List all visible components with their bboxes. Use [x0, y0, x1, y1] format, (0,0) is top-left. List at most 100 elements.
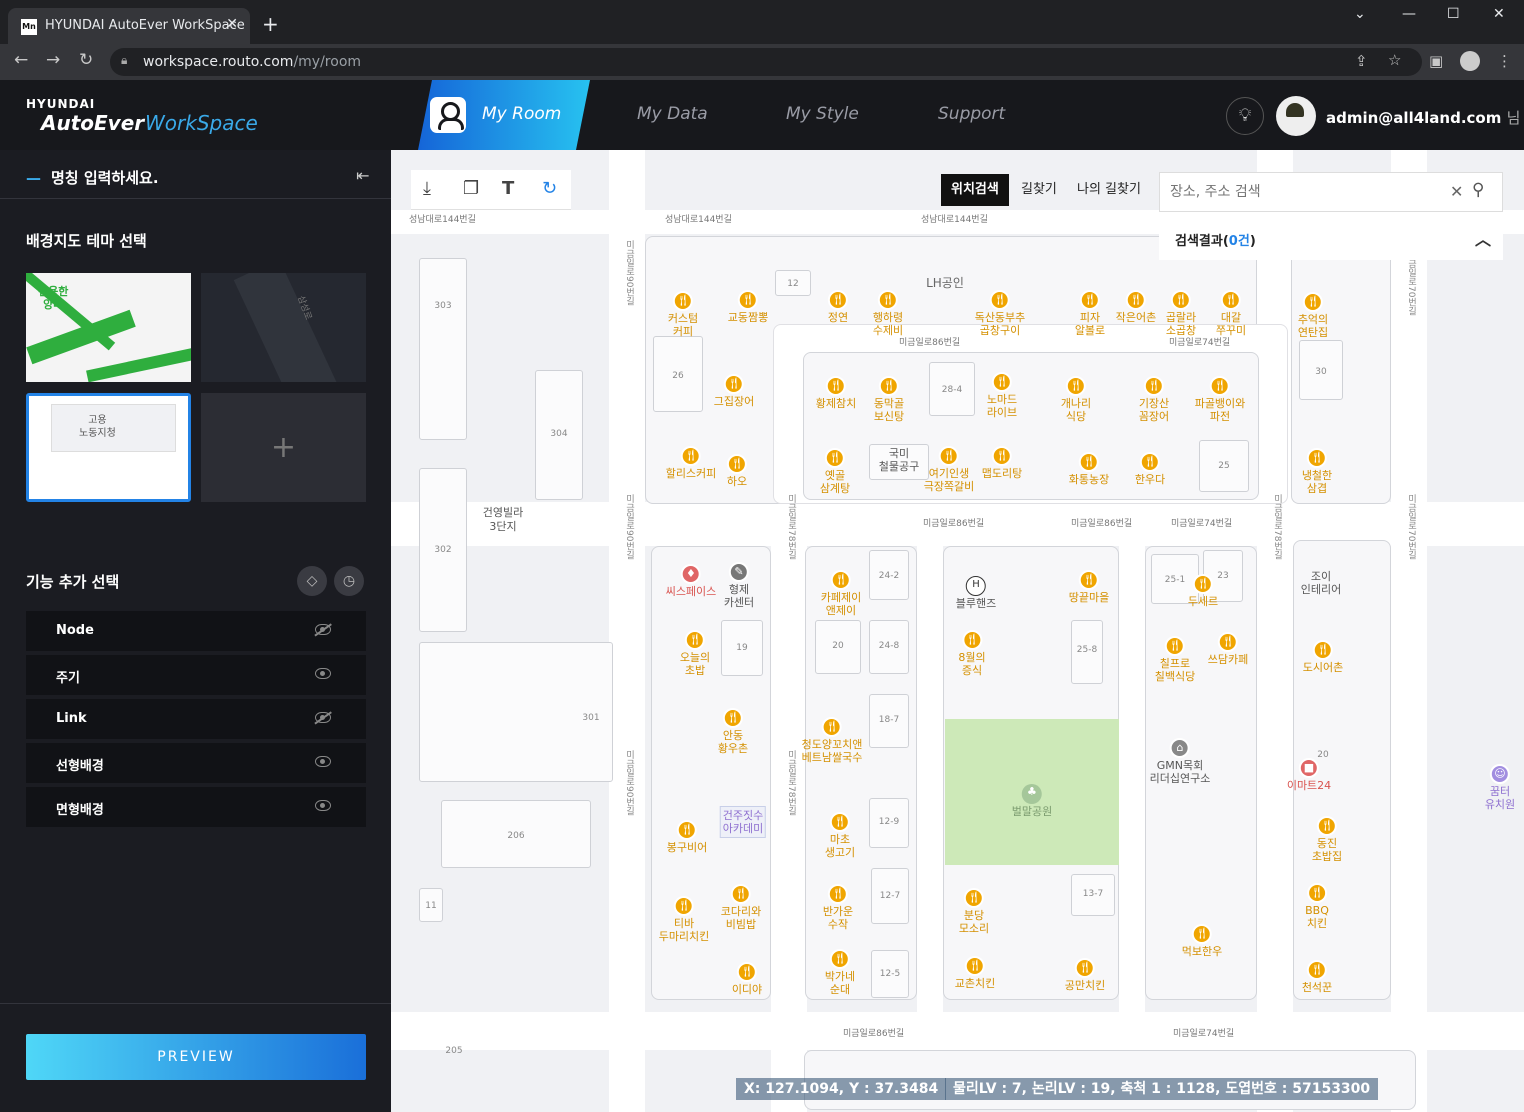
poi-restaurant[interactable]: 🍴︎ 칠프로 칠백식당: [1155, 636, 1195, 683]
poi-restaurant[interactable]: 🍴︎ 곱랄라 소곱창: [1166, 290, 1196, 337]
chevron-up-icon[interactable]: ︿: [1475, 226, 1491, 250]
poi-restaurant[interactable]: 🍴︎ 오늘의 초밥: [680, 630, 710, 677]
poi-restaurant[interactable]: 🍴︎ 코다리와 비빔밥: [721, 884, 761, 931]
eye-icon[interactable]: [315, 800, 331, 811]
poi-restaurant[interactable]: 🍴︎ 8월의 증식: [958, 630, 986, 677]
layer-row-node[interactable]: Node: [26, 611, 366, 651]
poi-restaurant[interactable]: 🍴︎ 노마드 라이브: [987, 372, 1017, 419]
theme-thumb-color[interactable]: 진용한 양마: [26, 273, 191, 382]
nav-my-style[interactable]: My Style: [786, 104, 859, 124]
share-icon[interactable]: ⇪: [1355, 52, 1368, 70]
avatar[interactable]: [1276, 96, 1316, 136]
download-icon[interactable]: ⤓: [423, 178, 431, 199]
search-icon[interactable]: ⚲: [1472, 180, 1484, 200]
poi-restaurant[interactable]: 🍴︎ 두세르: [1188, 574, 1218, 608]
poi-repair[interactable]: ✎ 형제 카센터: [724, 562, 754, 609]
collapse-sidebar-icon[interactable]: ⇤: [356, 166, 369, 185]
poi-restaurant[interactable]: 🍴︎ 카페제이 앤제이: [821, 570, 861, 617]
layer-row-period[interactable]: 주기: [26, 655, 366, 695]
poi-restaurant[interactable]: 🍴︎ 황제참치: [816, 376, 856, 410]
tab-directions[interactable]: 길찾기: [1011, 174, 1067, 206]
layer-row-line-bg[interactable]: 선형배경: [26, 743, 366, 783]
poi-restaurant[interactable]: 🍴︎ 박가네 순대: [825, 949, 855, 996]
forward-icon[interactable]: →: [46, 50, 60, 70]
menu-icon[interactable]: ⋮: [1497, 52, 1512, 70]
map-canvas[interactable]: 303 304 302 301 206 11 205 건영빌라 3단지 LH공인…: [391, 150, 1524, 1112]
preview-button[interactable]: PREVIEW: [26, 1034, 366, 1080]
nav-support[interactable]: Support: [938, 104, 1005, 124]
tab-location-search[interactable]: 위치검색: [941, 174, 1009, 206]
poi-restaurant[interactable]: 🍴︎ BBQ 치킨: [1305, 883, 1329, 930]
eye-off-icon[interactable]: [315, 624, 331, 635]
poi-fitness[interactable]: ♦ 씨스페이스: [666, 564, 716, 598]
poi-restaurant[interactable]: 🍴︎ 청도양꼬치앤 베트남쌀국수: [802, 717, 862, 764]
poi-kindergarten[interactable]: ☺ 꿈터 유치원: [1485, 764, 1515, 811]
reload-icon[interactable]: ↻: [79, 50, 93, 70]
poi-restaurant[interactable]: 🍴︎ 마초 생고기: [825, 812, 855, 859]
poi-restaurant[interactable]: 🍴︎ 교동짬뽕: [728, 290, 768, 324]
poi-restaurant[interactable]: 🍴︎ 화통농장: [1069, 452, 1109, 486]
poi-bluehands[interactable]: H 블루핸즈: [956, 576, 996, 610]
poi-restaurant[interactable]: 🍴︎ 공만치킨: [1065, 958, 1105, 992]
poi-restaurant[interactable]: 🍴︎ 추억의 연탄집: [1298, 292, 1328, 339]
poi-restaurant[interactable]: 🍴︎ 행하령 수제비: [873, 290, 903, 337]
minimize-icon[interactable]: —: [1402, 6, 1416, 22]
poi-academy[interactable]: 건주짓수 아카데미: [719, 806, 767, 838]
poi-restaurant[interactable]: 🍴︎ 안동 황우촌: [718, 708, 748, 755]
poi-restaurant[interactable]: 🍴︎ 분당 모소리: [959, 888, 989, 935]
poi-research[interactable]: ⌂ GMN목회 리더십연구소: [1150, 738, 1210, 785]
poi-restaurant[interactable]: 🍴︎ 작은어촌: [1116, 290, 1156, 324]
poi-restaurant[interactable]: 🍴︎ 도시어촌: [1303, 640, 1343, 674]
poi-restaurant[interactable]: 🍴︎ 하오: [727, 454, 747, 488]
poi-restaurant[interactable]: 🍴︎ 피자 알볼로: [1075, 290, 1105, 337]
copy-icon[interactable]: ❐: [463, 178, 479, 199]
poi-restaurant[interactable]: 🍴︎ 개나리 식당: [1061, 376, 1091, 423]
poi-restaurant[interactable]: 🍴︎ 먹보한우: [1182, 924, 1222, 958]
layer-row-area-bg[interactable]: 면형배경: [26, 787, 366, 827]
eye-icon[interactable]: [315, 668, 331, 679]
poi-restaurant[interactable]: 🍴︎ 땅끝마을: [1069, 570, 1109, 604]
poi-restaurant[interactable]: 🍴︎ 대갈 쭈꾸미: [1216, 290, 1246, 337]
poi-restaurant[interactable]: 🍴︎ 동막골 보신탕: [874, 376, 904, 423]
poi-restaurant[interactable]: 🍴︎ 티바 두마리치킨: [659, 896, 709, 943]
add-theme-button[interactable]: +: [201, 393, 366, 502]
eye-icon[interactable]: [315, 756, 331, 767]
theme-thumb-light-selected[interactable]: 고용 노동지청: [26, 393, 191, 502]
poi-restaurant[interactable]: 🍴︎ 기장산 꼼장어: [1139, 376, 1169, 423]
bookmark-star-icon[interactable]: ☆: [1388, 51, 1401, 69]
text-tool-icon[interactable]: T: [502, 178, 514, 199]
maximize-icon[interactable]: ☐: [1447, 6, 1460, 22]
poi-park[interactable]: ♣ 벌말공원: [1012, 784, 1052, 818]
sidepanel-icon[interactable]: ▣: [1429, 52, 1443, 70]
tab-my-directions[interactable]: 나의 길찾기: [1067, 174, 1151, 206]
tab-search-icon[interactable]: ⌄: [1354, 6, 1366, 22]
add-layer-icon[interactable]: ◇: [297, 566, 327, 596]
search-result-header[interactable]: 검색결과(0건) ︿: [1159, 216, 1503, 260]
poi-restaurant[interactable]: 🍴︎ 맵도리탕: [982, 446, 1022, 480]
back-icon[interactable]: ←: [14, 50, 28, 70]
project-name-input[interactable]: — 명칭 입력하세요.: [26, 167, 159, 188]
poi-restaurant[interactable]: 🍴︎ 반가운 수작: [823, 884, 853, 931]
user-email[interactable]: admin@all4land.com 님: [1326, 107, 1520, 128]
close-tab-icon[interactable]: ✕: [226, 16, 238, 32]
new-tab-icon[interactable]: +: [262, 12, 279, 36]
poi-restaurant[interactable]: 🍴︎ 옛골 삼계탕: [820, 448, 850, 495]
poi-restaurant[interactable]: 🍴︎ 천석꾼: [1302, 960, 1332, 994]
poi-restaurant[interactable]: 🍴︎ 이디야: [732, 962, 762, 996]
layer-row-link[interactable]: Link: [26, 699, 366, 739]
poi-restaurant[interactable]: 🍴︎ 커스텀 커피: [668, 291, 698, 338]
poi-restaurant[interactable]: 🍴︎ 여기인생 극장쪽갈비: [924, 446, 974, 493]
profile-icon[interactable]: [1460, 51, 1480, 71]
close-window-icon[interactable]: ✕: [1493, 6, 1505, 22]
poi-restaurant[interactable]: 🍴︎ 쓰담카페: [1208, 632, 1248, 666]
nav-my-room[interactable]: My Room: [482, 104, 561, 124]
poi-restaurant[interactable]: 🍴︎ 그집장어: [714, 374, 754, 408]
poi-restaurant[interactable]: 🍴︎ 정연: [828, 290, 848, 324]
lightbulb-icon[interactable]: 💡︎: [1226, 97, 1264, 135]
search-input[interactable]: [1170, 181, 1430, 203]
add-time-icon[interactable]: ◷: [334, 566, 364, 596]
poi-restaurant[interactable]: 🍴︎ 파골뱅이와 파전: [1195, 376, 1245, 423]
clear-icon[interactable]: ✕: [1450, 182, 1463, 201]
poi-mart[interactable]: ■ 이마트24: [1287, 758, 1331, 792]
eye-off-icon[interactable]: [315, 712, 331, 723]
